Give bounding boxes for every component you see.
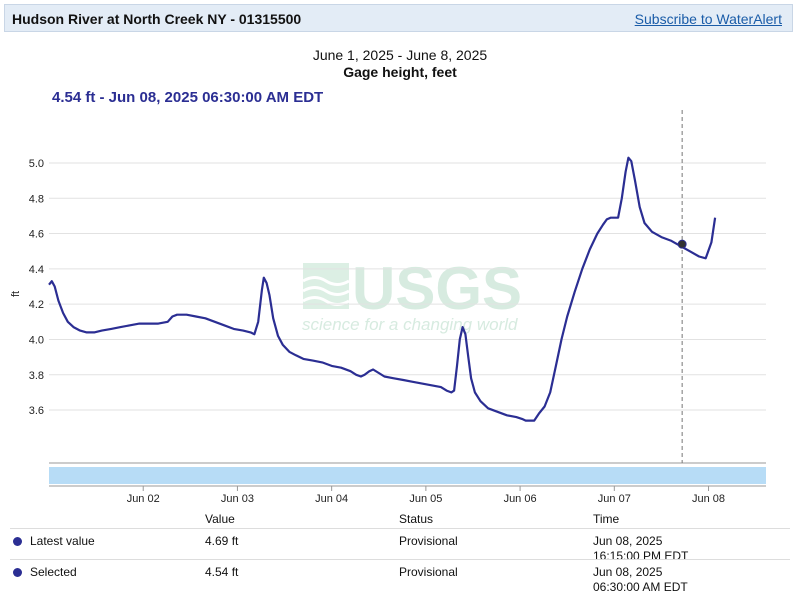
gage-height-chart[interactable]: USGS science for a changing world 3.6 3.8… <box>0 0 800 510</box>
y-tick-label: 4.6 <box>29 229 44 241</box>
y-tick-label: 4.0 <box>29 334 44 346</box>
watermark-logo-text: USGS <box>352 255 522 322</box>
y-axis-ticks: 3.6 3.8 4.0 4.2 4.4 4.6 4.8 5.0 <box>29 158 44 417</box>
range-navigator[interactable] <box>49 467 766 484</box>
x-tick-label: Jun 07 <box>598 493 631 505</box>
x-axis-ticks: Jun 02 Jun 03 Jun 04 Jun 05 Jun 06 Jun 07 Jun … <box>127 486 725 505</box>
y-axis-label: ft <box>10 291 22 297</box>
y-tick-label: 4.8 <box>29 193 44 205</box>
watermark-tagline: science for a changing world <box>302 315 518 334</box>
y-tick-label: 3.8 <box>29 370 44 382</box>
row-value: 4.69 ft <box>205 534 239 548</box>
row-status: Provisional <box>399 534 458 548</box>
y-tick-label: 4.2 <box>29 299 44 311</box>
row-value: 4.54 ft <box>205 565 239 579</box>
series-dot-icon <box>13 568 22 577</box>
x-tick-label: Jun 02 <box>127 493 160 505</box>
header-status: Status <box>399 512 434 526</box>
usgs-logo-icon <box>302 263 350 309</box>
row-label: Latest value <box>30 534 95 548</box>
x-tick-label: Jun 05 <box>409 493 442 505</box>
series-dot-icon <box>13 537 22 546</box>
y-tick-label: 4.4 <box>29 264 44 276</box>
x-tick-label: Jun 03 <box>221 493 254 505</box>
header-time: Time <box>593 512 620 526</box>
y-tick-label: 3.6 <box>29 405 44 417</box>
selected-point-marker[interactable] <box>677 239 687 249</box>
row-label: Selected <box>30 565 77 579</box>
usgs-watermark: USGS science for a changing world <box>302 255 522 334</box>
header-value: Value <box>205 512 235 526</box>
y-tick-label: 5.0 <box>29 158 44 170</box>
table-row-latest: Latest value 4.69 ft Provisional Jun 08,… <box>10 528 790 563</box>
row-time: 06:30:00 AM EDT <box>593 580 688 594</box>
x-tick-label: Jun 04 <box>315 493 348 505</box>
row-date: Jun 08, 2025 <box>593 534 663 548</box>
row-date: Jun 08, 2025 <box>593 565 663 579</box>
x-tick-label: Jun 08 <box>692 493 725 505</box>
x-tick-label: Jun 06 <box>504 493 537 505</box>
table-row-selected: Selected 4.54 ft Provisional Jun 08, 202… <box>10 559 790 594</box>
row-status: Provisional <box>399 565 458 579</box>
